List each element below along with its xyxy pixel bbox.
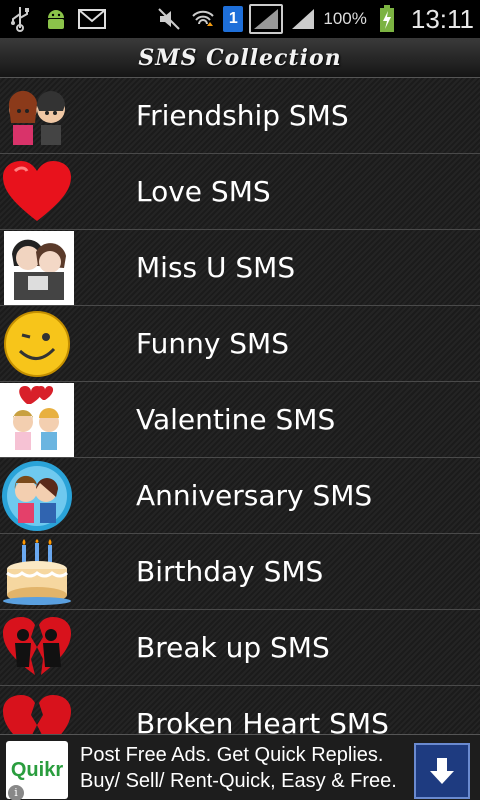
list-item-valentine[interactable]: Valentine SMS <box>0 382 480 458</box>
wifi-transfer-icon <box>189 5 217 33</box>
signal-icon <box>249 4 284 34</box>
list-item-label: Birthday SMS <box>136 555 324 588</box>
list-item-friendship[interactable]: Friendship SMS <box>0 78 480 154</box>
list-item-label: Valentine SMS <box>136 403 336 436</box>
download-arrow-icon <box>430 758 454 784</box>
list-item-break-up[interactable]: Break up SMS <box>0 610 480 686</box>
android-debug-icon <box>42 5 70 33</box>
list-item-broken-heart[interactable]: Broken Heart SMS <box>0 686 480 734</box>
smiley-wink-icon <box>0 307 74 381</box>
list-item-label: Funny SMS <box>136 327 289 360</box>
list-item-miss-u[interactable]: Miss U SMS <box>0 230 480 306</box>
title-bar: SMS Collection <box>0 38 480 78</box>
status-bar: 1 100% 13:11 <box>0 0 480 38</box>
list-item-funny[interactable]: Funny SMS <box>0 306 480 382</box>
mute-icon <box>155 5 183 33</box>
list-item-label: Friendship SMS <box>136 99 349 132</box>
list-item-anniversary[interactable]: Anniversary SMS <box>0 458 480 534</box>
list-item-label: Break up SMS <box>136 631 330 664</box>
valentine-couple-icon <box>0 383 74 457</box>
list-item-label: Anniversary SMS <box>136 479 373 512</box>
friends-icon <box>0 79 74 153</box>
category-list: Friendship SMS Love SMS Miss U SMS Funny… <box>0 78 480 734</box>
list-item-birthday[interactable]: Birthday SMS <box>0 534 480 610</box>
heart-icon <box>0 155 74 229</box>
page-title: SMS Collection <box>138 44 342 71</box>
couple-hug-icon <box>4 231 74 305</box>
list-item-label: Miss U SMS <box>136 251 296 284</box>
usb-icon <box>6 5 34 33</box>
broken-heart-icon <box>0 687 74 734</box>
ad-info-icon[interactable]: i <box>8 785 24 800</box>
ad-banner[interactable]: Quikr i Post Free Ads. Get Quick Replies… <box>0 734 480 800</box>
battery-percent: 100% <box>323 9 367 28</box>
battery-charging-icon <box>373 5 401 33</box>
clock: 13:11 <box>410 3 474 34</box>
ad-subline: Buy/ Sell/ Rent-Quick, Easy & Free. <box>80 770 397 792</box>
broken-heart-couple-icon <box>0 611 74 685</box>
sim-icon: 1 <box>223 6 244 32</box>
signal-icon <box>289 5 317 33</box>
mail-icon <box>78 5 106 33</box>
download-button[interactable] <box>414 743 470 799</box>
ad-headline: Post Free Ads. Get Quick Replies. <box>80 744 384 766</box>
list-item-love[interactable]: Love SMS <box>0 154 480 230</box>
list-item-label: Love SMS <box>136 175 271 208</box>
kissing-couple-icon <box>0 459 74 533</box>
birthday-cake-icon <box>0 535 74 609</box>
list-item-label: Broken Heart SMS <box>136 707 389 734</box>
